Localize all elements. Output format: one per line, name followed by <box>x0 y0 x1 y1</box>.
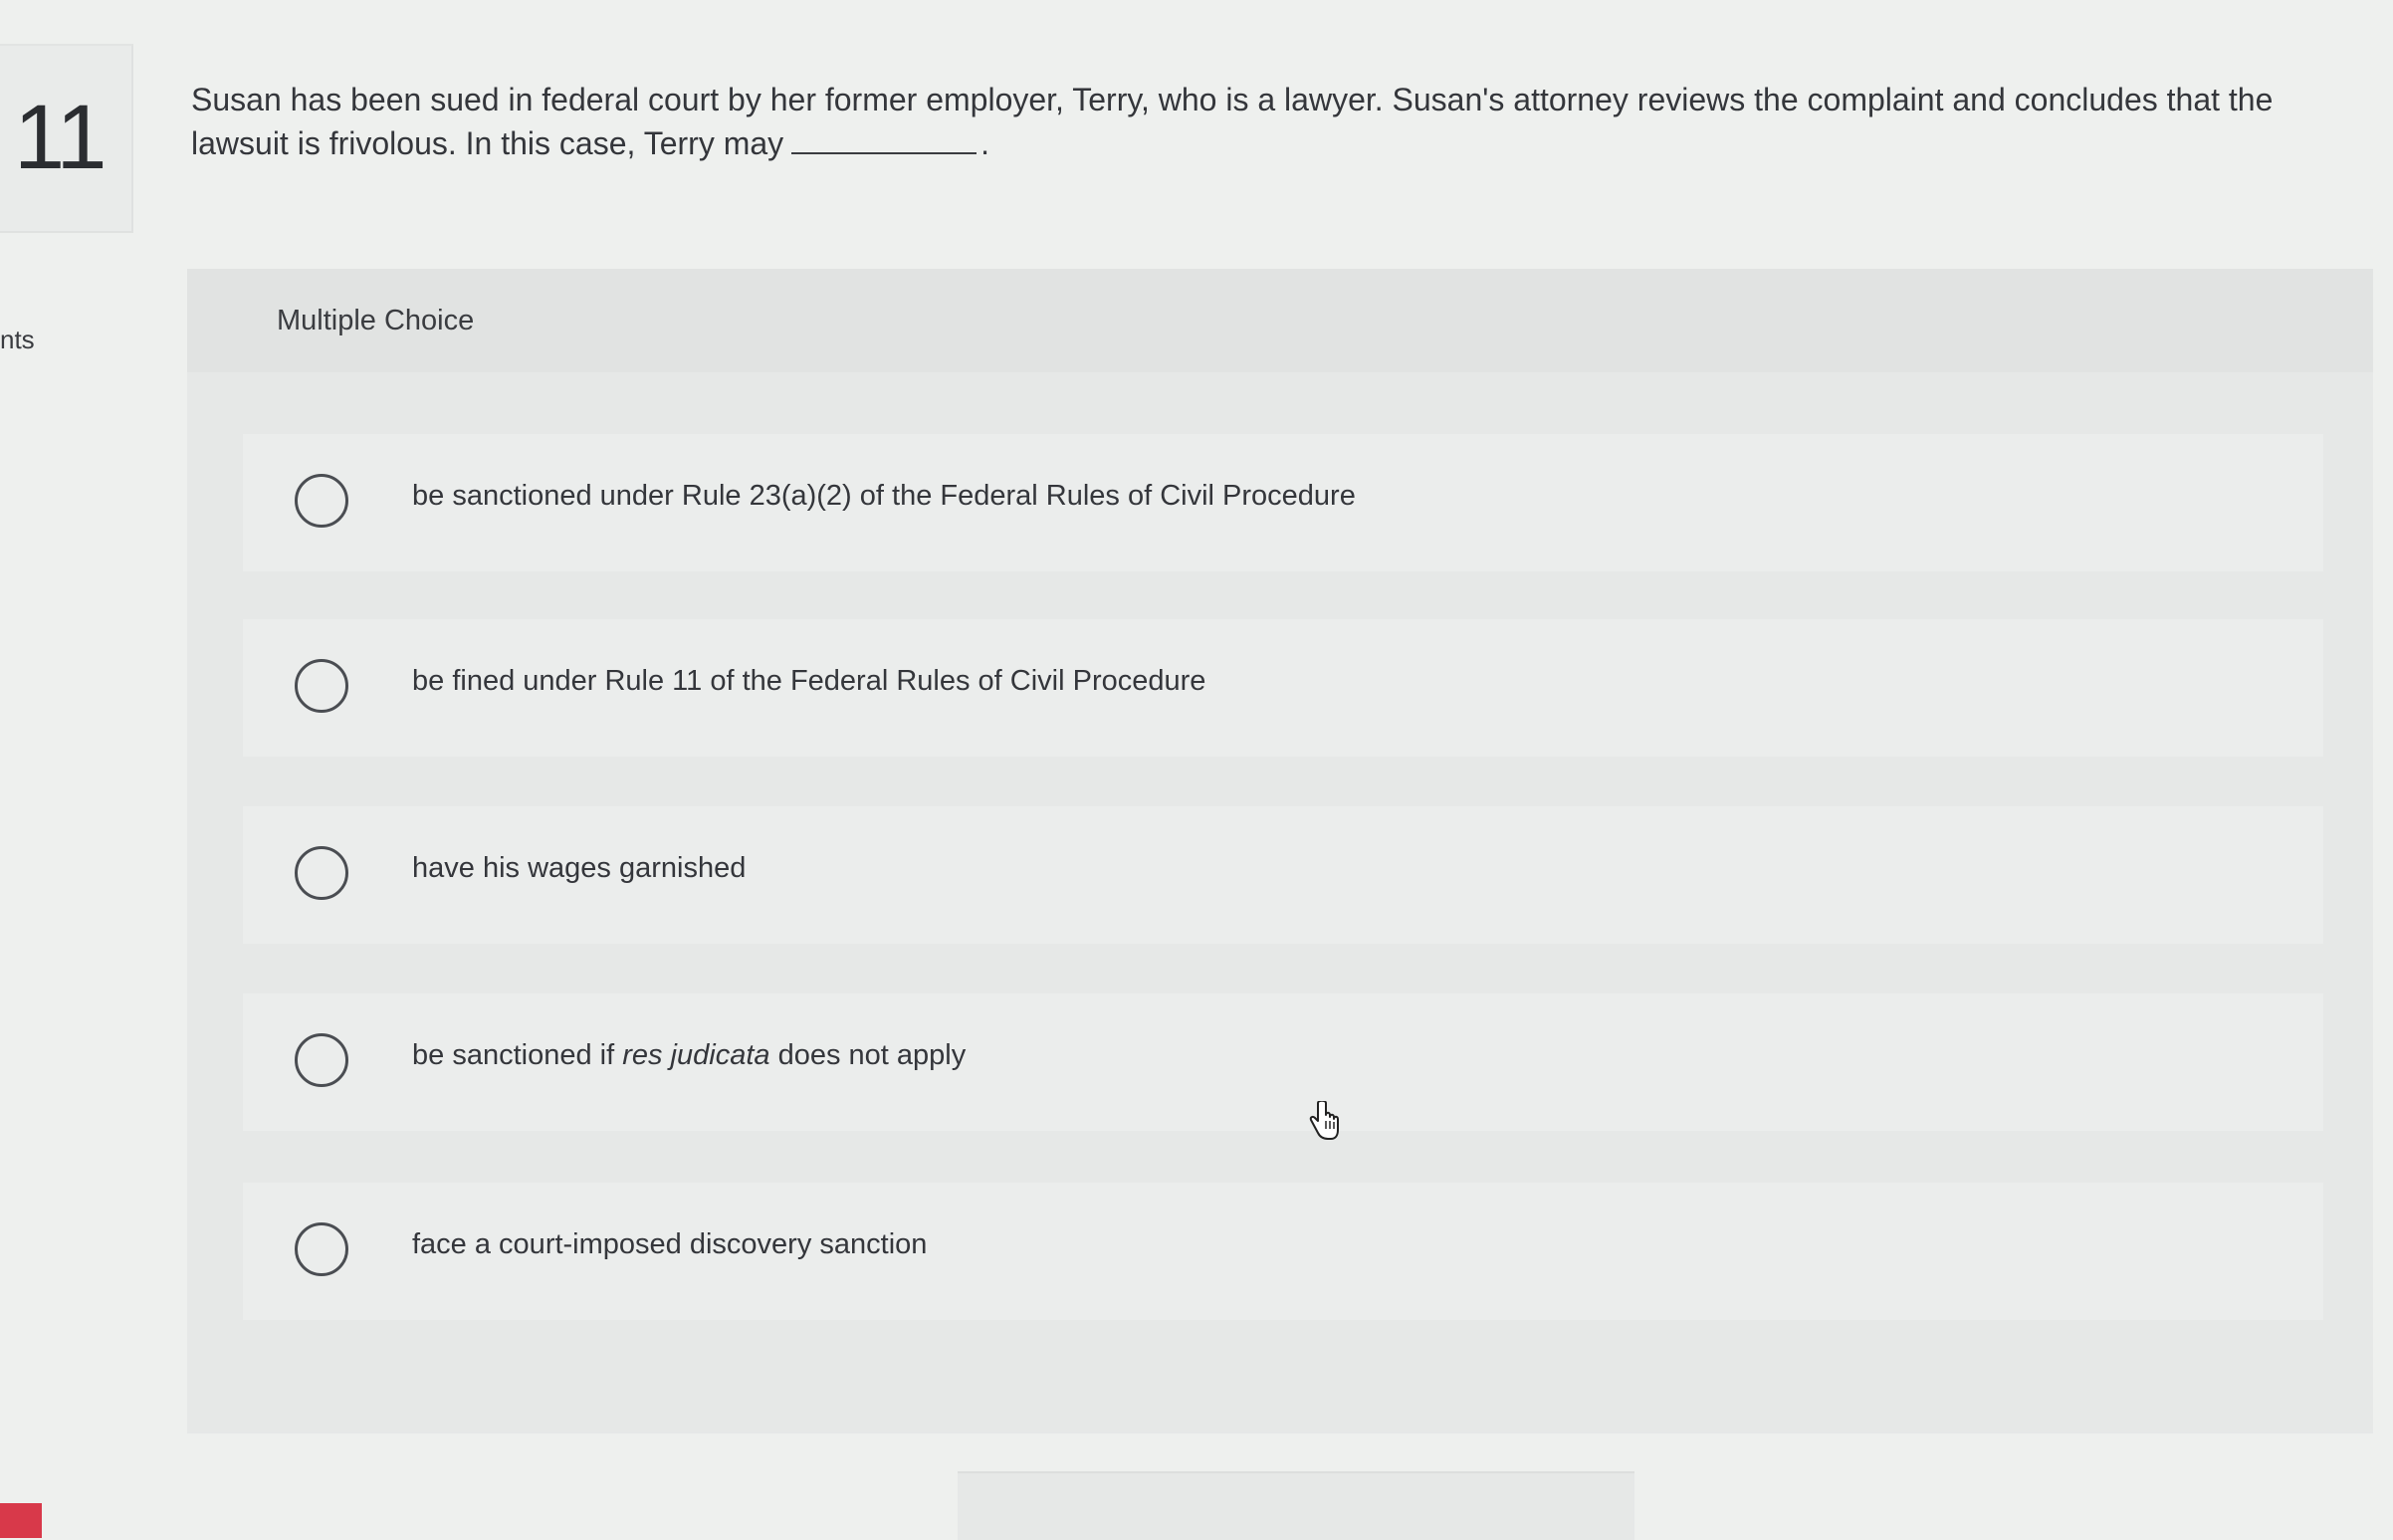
answer-option-2[interactable]: be fined under Rule 11 of the Federal Ru… <box>243 619 2323 757</box>
question-prompt: Susan has been sued in federal court by … <box>191 78 2321 165</box>
radio-circle-icon[interactable] <box>295 659 348 713</box>
multiple-choice-label: Multiple Choice <box>277 305 475 336</box>
answer-option-3[interactable]: have his wages garnished <box>243 806 2323 944</box>
answer-option-label-italic: res judicata <box>622 1039 770 1071</box>
multiple-choice-header: Multiple Choice <box>187 269 2373 372</box>
status-marker <box>0 1503 42 1538</box>
question-number-box: 11 <box>0 44 133 233</box>
answer-option-4[interactable]: be sanctioned if res judicata does not a… <box>243 993 2323 1131</box>
hand-pointer-icon <box>1309 1101 1339 1140</box>
navigation-bar <box>958 1471 1634 1540</box>
radio-circle-icon[interactable] <box>295 1033 348 1087</box>
answer-option-label: face a court-imposed discovery sanction <box>412 1228 928 1260</box>
answer-option-1[interactable]: be sanctioned under Rule 23(a)(2) of the… <box>243 434 2323 571</box>
radio-circle-icon[interactable] <box>295 1222 348 1276</box>
answer-option-label: have his wages garnished <box>412 852 747 884</box>
radio-circle-icon[interactable] <box>295 474 348 528</box>
question-number: 11 <box>14 87 108 188</box>
answer-option-label: be sanctioned if res judicata does not a… <box>412 1039 966 1072</box>
points-label: nts <box>0 325 35 354</box>
answer-option-5[interactable]: face a court-imposed discovery sanction <box>243 1183 2323 1320</box>
multiple-choice-panel: Multiple Choice be sanctioned under Rule… <box>187 269 2373 1433</box>
answer-blank <box>791 122 978 154</box>
answer-option-label: be sanctioned under Rule 23(a)(2) of the… <box>412 480 1356 512</box>
answer-option-label-start: be sanctioned if <box>412 1039 623 1071</box>
question-text-end: . <box>980 125 990 161</box>
answer-option-label: be fined under Rule 11 of the Federal Ru… <box>412 665 1206 697</box>
question-text: Susan has been sued in federal court by … <box>191 82 2274 161</box>
answer-option-label-end: does not apply <box>769 1039 967 1071</box>
radio-circle-icon[interactable] <box>295 846 348 900</box>
